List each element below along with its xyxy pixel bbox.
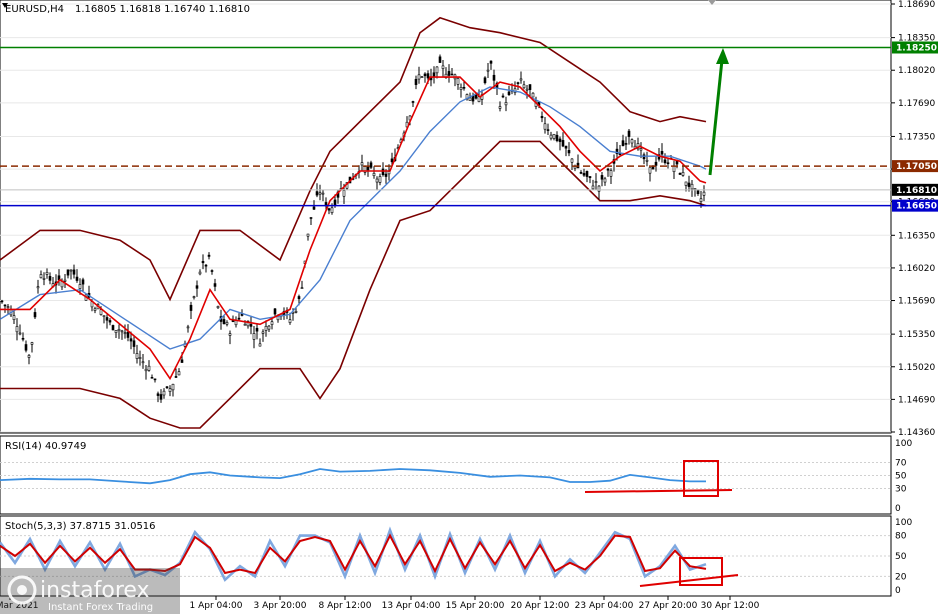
price-tick-label: 1.17690: [898, 99, 935, 109]
current-price-label: 1.16810: [896, 186, 937, 196]
candle: [111, 324, 115, 331]
stoch-tick-label: 80: [895, 532, 907, 542]
price-tick-label: 1.15350: [898, 330, 935, 340]
price-tick-label: 1.14690: [898, 395, 935, 405]
price-tick-label: 1.16020: [898, 264, 935, 274]
time-tick-label: 27 Apr 20:00: [639, 601, 698, 611]
price-tick-label: 1.14360: [898, 428, 935, 438]
time-tick-label: 23 Apr 04:00: [575, 601, 634, 611]
price-tick-label: 1.16350: [898, 231, 935, 241]
price-tick-label: 1.18020: [898, 66, 935, 76]
ohlc-values: 1.16805 1.16818 1.16740 1.16810: [75, 4, 250, 15]
stoch-tick-label: 0: [895, 586, 901, 596]
price-tick-label: 1.15020: [898, 363, 935, 373]
brand-name: instaforex: [40, 578, 150, 603]
pivot-price-label: 1.17050: [896, 162, 937, 172]
rsi-tick-label: 70: [895, 459, 907, 469]
symbol-label: EURUSD,H4: [5, 4, 64, 15]
rsi-tick-label: 30: [895, 485, 907, 495]
price-tick-label: 1.15690: [898, 297, 935, 307]
time-tick-label: 3 Apr 20:00: [254, 601, 307, 611]
time-tick-label: 15 Apr 20:00: [446, 601, 505, 611]
rsi-tick-label: 0: [895, 504, 901, 514]
time-tick-label: 1 Apr 04:00: [190, 601, 243, 611]
resistance-price-label: 1.18250: [896, 43, 937, 53]
time-tick-label: 8 Apr 12:00: [319, 601, 372, 611]
stoch-tick-label: 100: [895, 518, 912, 528]
rsi-pane[interactable]: RSI(14) 40.9749: [0, 435, 892, 515]
price-axis: 1.186901.183501.180201.176901.173501.170…: [891, 0, 938, 438]
stoch-tick-label: 50: [895, 552, 907, 562]
rsi-tick-label: 100: [895, 439, 912, 449]
stoch-label: Stoch(5,3,3) 37.8715 31.0516: [5, 521, 156, 532]
rsi-tick-label: 50: [895, 472, 907, 482]
time-tick-label: 20 Apr 12:00: [511, 601, 570, 611]
instaforex-logo: instaforex Instant Forex Trading: [0, 568, 180, 614]
price-tick-label: 1.17350: [898, 132, 935, 142]
stoch-axis: 100 80 50 20 0: [895, 518, 912, 596]
rsi-axis: 100 70 50 30 0: [895, 439, 912, 514]
brand-tagline: Instant Forex Trading: [48, 602, 153, 613]
trading-chart[interactable]: EURUSD,H4 1.16805 1.16818 1.16740 1.1681…: [0, 0, 939, 615]
price-tick-label: 1.18690: [898, 0, 935, 10]
time-tick-label: 30 Apr 12:00: [701, 601, 760, 611]
time-tick-label: 13 Apr 04:00: [382, 601, 441, 611]
stoch-tick-label: 20: [895, 572, 907, 582]
rsi-label: RSI(14) 40.9749: [5, 441, 86, 452]
main-price-pane[interactable]: EURUSD,H4 1.16805 1.16818 1.16740 1.1681…: [0, 0, 892, 434]
support-price-label: 1.16650: [896, 202, 937, 212]
